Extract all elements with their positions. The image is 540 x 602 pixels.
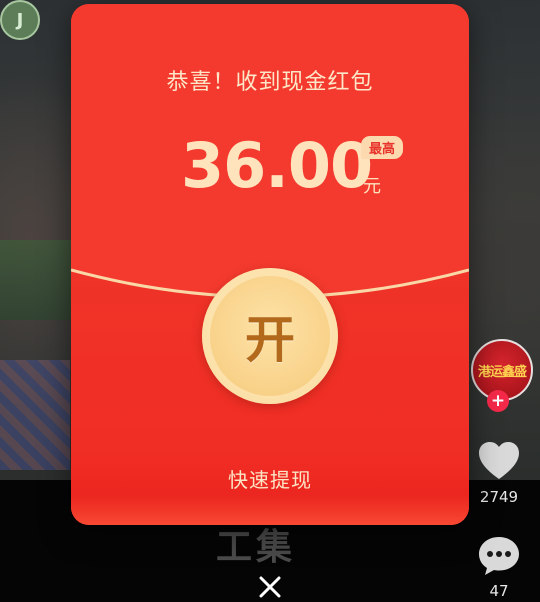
follow-button[interactable]: + (487, 390, 509, 412)
quick-withdraw-link[interactable]: 快速提现 (71, 464, 469, 493)
video-scene-grass (0, 240, 80, 320)
amount-value: 36.00 (181, 129, 373, 202)
amount-unit: 元 (363, 176, 381, 197)
like-count: 2749 (479, 488, 519, 506)
open-button[interactable]: 开 (202, 268, 338, 404)
video-scene-shirt (0, 360, 70, 470)
max-tag: 最高 (361, 136, 404, 159)
red-packet-popup: 恭喜！收到现金红包 36.00 最高 元 开 快速提现 (71, 4, 469, 525)
comment-count: 47 (489, 582, 509, 600)
close-button[interactable] (256, 573, 284, 601)
red-packet-title: 恭喜！收到现金红包 (166, 70, 374, 95)
close-icon (259, 576, 281, 598)
amount-row: 36.00 最高 元 (71, 126, 469, 206)
comment-icon[interactable] (477, 535, 521, 577)
open-label: 开 (245, 311, 295, 369)
top-left-badge[interactable]: J (0, 0, 40, 40)
heart-icon[interactable] (477, 441, 521, 481)
